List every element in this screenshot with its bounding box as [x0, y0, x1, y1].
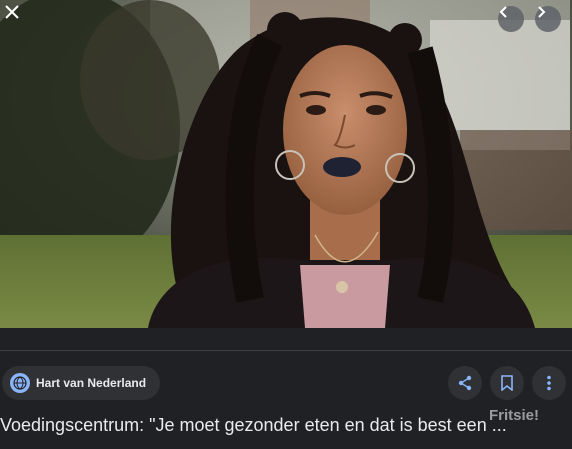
source-name: Hart van Nederland: [36, 376, 147, 390]
share-icon: [458, 375, 472, 391]
watermark: Fritsie!: [489, 407, 540, 424]
next-image-button[interactable]: [535, 6, 561, 32]
close-icon: [5, 5, 19, 19]
divider: [0, 350, 572, 351]
image-viewer: Hart van Nederland Voedingscentrum: "Je …: [0, 0, 572, 449]
save-button[interactable]: [490, 366, 524, 400]
image-title[interactable]: Voedingscentrum: "Je moet gezonder eten …: [0, 413, 572, 437]
previous-image-button[interactable]: [498, 6, 524, 32]
photo-illustration: [0, 0, 572, 328]
more-options-button[interactable]: [532, 366, 566, 400]
bookmark-icon: [501, 375, 513, 391]
share-button[interactable]: [448, 366, 482, 400]
chevron-left-icon: [499, 6, 507, 18]
globe-icon: [10, 373, 30, 393]
more-vert-icon: [547, 375, 551, 391]
source-link[interactable]: Hart van Nederland: [2, 366, 161, 400]
chevron-right-icon: [538, 6, 546, 18]
close-button[interactable]: [5, 5, 31, 31]
preview-image[interactable]: [0, 0, 572, 328]
